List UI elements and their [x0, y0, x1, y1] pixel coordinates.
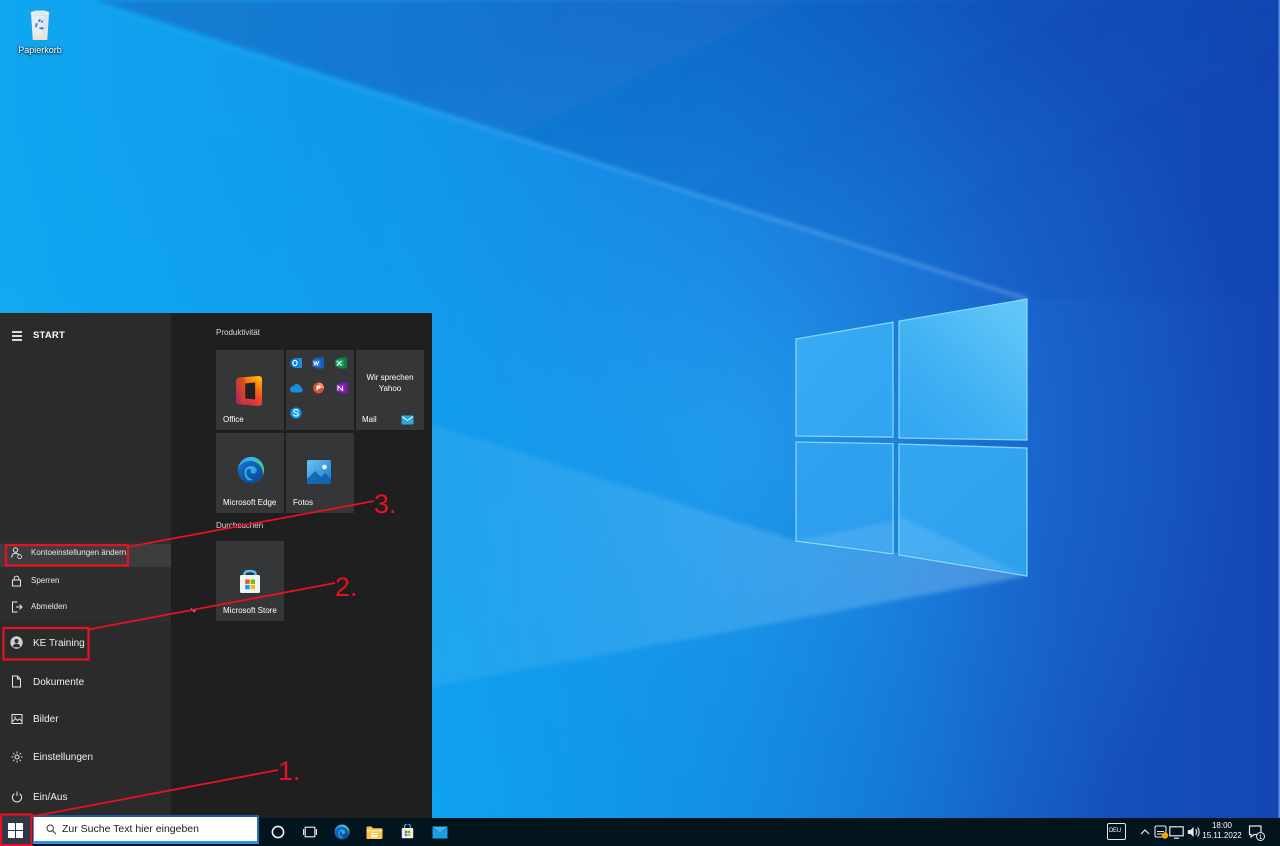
svg-text:1: 1: [1259, 834, 1263, 841]
